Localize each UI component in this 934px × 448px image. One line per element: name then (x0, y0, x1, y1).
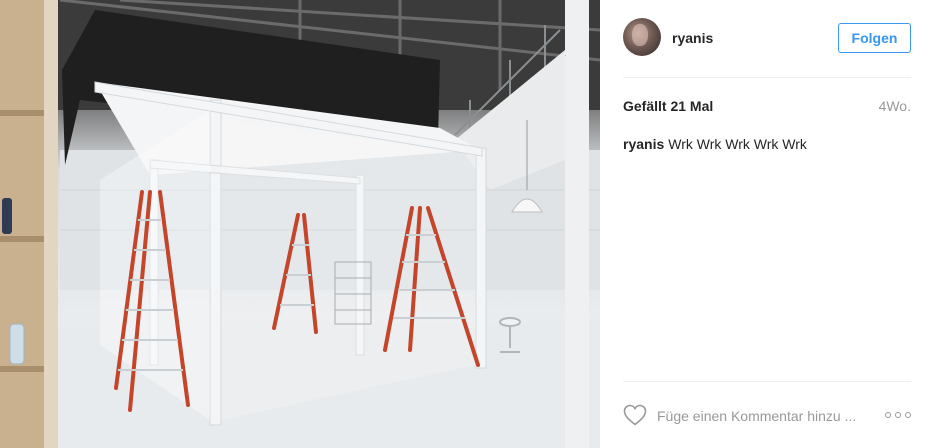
post-photo-illustration (0, 0, 600, 448)
caption-text: Wrk Wrk Wrk Wrk Wrk (668, 136, 807, 152)
post-sidebar: ryanis Folgen Gefällt 21 Mal 4Wo. ryanis… (600, 0, 934, 448)
heart-icon[interactable] (623, 404, 647, 426)
post-photo[interactable] (0, 0, 600, 448)
likes-count[interactable]: Gefällt 21 Mal (623, 98, 713, 114)
post-age[interactable]: 4Wo. (879, 98, 911, 114)
more-dot (895, 412, 901, 418)
likes-number: 21 Mal (670, 98, 714, 114)
more-dot (905, 412, 911, 418)
post-caption: ryanis Wrk Wrk Wrk Wrk Wrk (623, 136, 807, 152)
follow-button[interactable]: Folgen (838, 23, 911, 53)
header-divider (623, 77, 911, 78)
caption-author-link[interactable]: ryanis (623, 136, 664, 152)
more-dot (885, 412, 891, 418)
username-link[interactable]: ryanis (672, 30, 713, 46)
comment-bar (623, 398, 911, 432)
post-stats: Gefällt 21 Mal 4Wo. (623, 98, 911, 116)
post-header: ryanis Folgen (600, 0, 934, 78)
comment-divider (623, 381, 911, 382)
comment-input[interactable] (657, 406, 872, 426)
more-options-icon[interactable] (885, 404, 911, 426)
likes-prefix: Gefällt (623, 98, 671, 114)
avatar[interactable] (623, 18, 661, 56)
